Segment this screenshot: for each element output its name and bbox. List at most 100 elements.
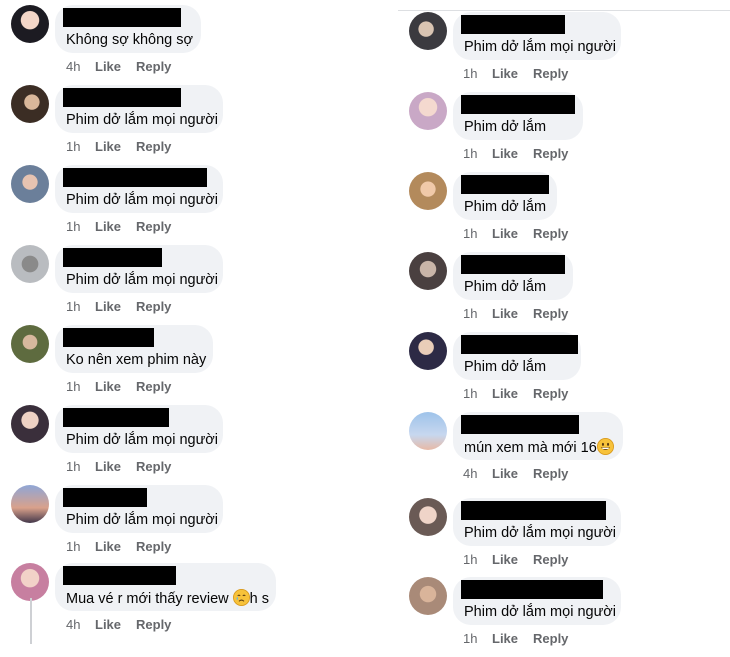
comment-item: Phim dở lắm mọi người 1h Like Reply: [0, 405, 396, 485]
avatar[interactable]: [409, 577, 447, 615]
like-button[interactable]: Like: [95, 139, 121, 155]
like-button[interactable]: Like: [492, 66, 518, 82]
avatar[interactable]: [11, 405, 49, 443]
comment-text-content: Mua vé r mới thấy review: [66, 591, 229, 607]
reply-button[interactable]: Reply: [136, 379, 171, 395]
like-button[interactable]: Like: [492, 631, 518, 647]
comment-text: Mua vé r mới thấy review h s: [66, 589, 269, 611]
left-comment-column: Không sợ không sợ 4h Like Reply Phim dở lắm …: [0, 0, 396, 644]
comment-timestamp: 4h: [66, 617, 81, 632]
avatar[interactable]: [409, 12, 447, 50]
comment-timestamp: 1h: [463, 66, 478, 81]
comment-text-content: Phim dở lắm mọi người: [66, 432, 219, 448]
reply-button[interactable]: Reply: [533, 146, 568, 162]
avatar[interactable]: [11, 85, 49, 123]
comment-text-content: Không sợ không sợ: [66, 32, 194, 48]
avatar[interactable]: [11, 485, 49, 523]
comment-item: Phim dở lắm mọi người 1h Like Reply: [0, 485, 396, 565]
comment-timestamp: 1h: [463, 146, 478, 161]
redacted-commenter-name[interactable]: [63, 168, 207, 187]
comment-bubble: Phim dở lắm: [453, 332, 581, 380]
reply-button[interactable]: Reply: [533, 552, 568, 568]
comment-actions: 4h Like Reply: [463, 466, 568, 482]
comment-text-content: Phim dở lắm: [464, 359, 547, 375]
comment-actions: 1h Like Reply: [66, 219, 171, 235]
reply-button[interactable]: Reply: [533, 466, 568, 482]
comment-bubble: mún xem mà mới 16: [453, 412, 623, 460]
reply-button[interactable]: Reply: [136, 59, 171, 75]
reply-button[interactable]: Reply: [136, 219, 171, 235]
comment-text-content: Phim dở lắm mọi người: [66, 112, 219, 128]
avatar[interactable]: [409, 92, 447, 130]
like-button[interactable]: Like: [492, 466, 518, 482]
comment-actions: 1h Like Reply: [66, 139, 171, 155]
comment-bubble: Phim dở lắm mọi người: [55, 405, 223, 453]
avatar[interactable]: [11, 325, 49, 363]
comment-text-content: Phim dở lắm: [464, 279, 547, 295]
comment-actions: 1h Like Reply: [463, 386, 568, 402]
redacted-commenter-name[interactable]: [461, 15, 565, 34]
avatar[interactable]: [11, 165, 49, 203]
redacted-commenter-name[interactable]: [461, 415, 579, 434]
comment-timestamp: 1h: [66, 459, 81, 474]
comment-timestamp: 4h: [463, 466, 478, 481]
comment-text-content: Phim dở lắm: [464, 199, 547, 215]
avatar[interactable]: [11, 563, 49, 601]
comment-bubble: Ko nên xem phim này: [55, 325, 213, 373]
like-button[interactable]: Like: [492, 386, 518, 402]
like-button[interactable]: Like: [492, 306, 518, 322]
redacted-commenter-name[interactable]: [63, 8, 181, 27]
top-separator: [398, 10, 730, 11]
avatar[interactable]: [409, 332, 447, 370]
like-button[interactable]: Like: [492, 552, 518, 568]
redacted-commenter-name[interactable]: [63, 566, 176, 585]
redacted-commenter-name[interactable]: [63, 328, 154, 347]
comment-item: Phim dở lắm 1h Like Reply: [398, 252, 730, 332]
redacted-commenter-name[interactable]: [63, 488, 147, 507]
redacted-commenter-name[interactable]: [461, 580, 603, 599]
comment-timestamp: 4h: [66, 59, 81, 74]
like-button[interactable]: Like: [492, 226, 518, 242]
like-button[interactable]: Like: [95, 617, 121, 633]
like-button[interactable]: Like: [95, 539, 121, 555]
reply-button[interactable]: Reply: [136, 617, 171, 633]
reply-button[interactable]: Reply: [533, 226, 568, 242]
like-button[interactable]: Like: [492, 146, 518, 162]
reply-button[interactable]: Reply: [533, 306, 568, 322]
avatar[interactable]: [409, 498, 447, 536]
avatar[interactable]: [11, 245, 49, 283]
like-button[interactable]: Like: [95, 459, 121, 475]
reply-button[interactable]: Reply: [533, 631, 568, 647]
like-button[interactable]: Like: [95, 299, 121, 315]
reply-button[interactable]: Reply: [136, 299, 171, 315]
comment-actions: 1h Like Reply: [66, 299, 171, 315]
redacted-commenter-name[interactable]: [461, 175, 549, 194]
reply-button[interactable]: Reply: [136, 539, 171, 555]
reply-button[interactable]: Reply: [533, 66, 568, 82]
crying-face-emoji: [232, 589, 250, 611]
comment-text: Phim dở lắm mọi người: [66, 191, 218, 209]
like-button[interactable]: Like: [95, 59, 121, 75]
comment-bubble: Phim dở lắm mọi người: [453, 498, 621, 546]
redacted-commenter-name[interactable]: [461, 95, 575, 114]
redacted-commenter-name[interactable]: [63, 248, 162, 267]
comment-bubble: Phim dở lắm mọi người: [453, 577, 621, 625]
avatar[interactable]: [409, 412, 447, 450]
redacted-commenter-name[interactable]: [63, 408, 169, 427]
comment-timestamp: 1h: [463, 306, 478, 321]
avatar[interactable]: [11, 5, 49, 43]
reply-button[interactable]: Reply: [136, 139, 171, 155]
comment-text: Phim dở lắm mọi người: [464, 603, 616, 621]
comment-timestamp: 1h: [463, 226, 478, 241]
like-button[interactable]: Like: [95, 379, 121, 395]
reply-button[interactable]: Reply: [533, 386, 568, 402]
redacted-commenter-name[interactable]: [63, 88, 181, 107]
redacted-commenter-name[interactable]: [461, 501, 606, 520]
avatar[interactable]: [409, 252, 447, 290]
redacted-commenter-name[interactable]: [461, 335, 578, 354]
reply-button[interactable]: Reply: [136, 459, 171, 475]
like-button[interactable]: Like: [95, 219, 121, 235]
comment-text: Không sợ không sợ: [66, 31, 193, 49]
avatar[interactable]: [409, 172, 447, 210]
redacted-commenter-name[interactable]: [461, 255, 565, 274]
